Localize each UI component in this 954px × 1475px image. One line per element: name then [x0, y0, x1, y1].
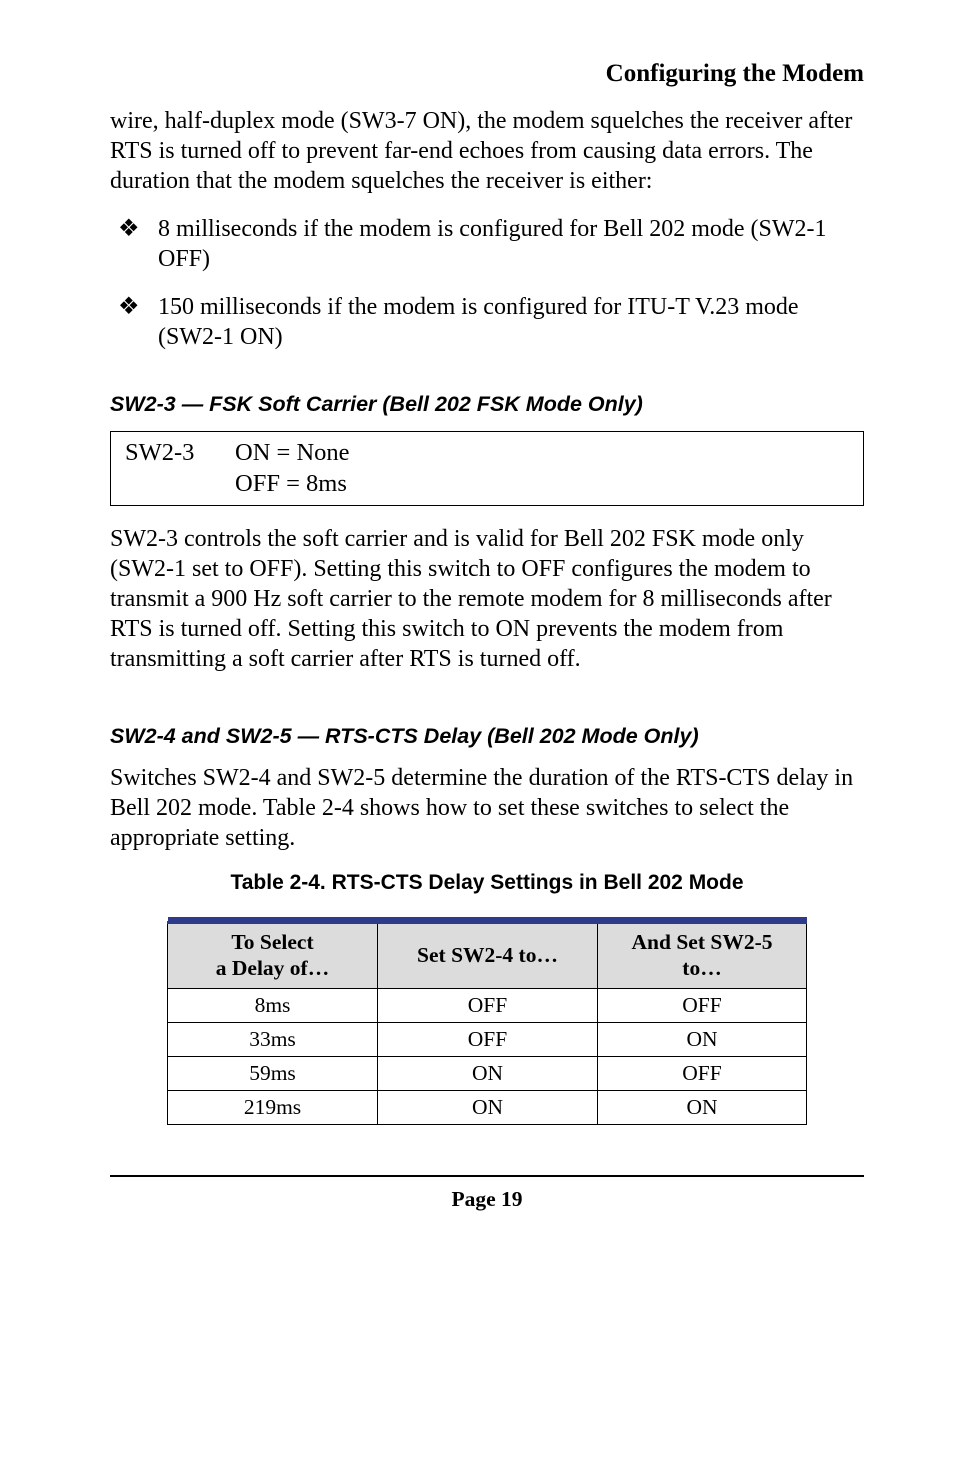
table-cell: ON	[598, 1090, 807, 1124]
diamond-bullet-icon: ❖	[110, 292, 158, 322]
table-row: 219ms ON ON	[168, 1090, 807, 1124]
table-row: 8ms OFF OFF	[168, 988, 807, 1022]
bullet-list: ❖ 8 milliseconds if the modem is configu…	[110, 214, 864, 352]
sw-box-line1: ON = None	[235, 438, 350, 469]
sw2-4-5-paragraph: Switches SW2-4 and SW2-5 determine the d…	[110, 763, 864, 853]
table-cell: 33ms	[168, 1022, 378, 1056]
table-cell: OFF	[598, 988, 807, 1022]
table-cell: 59ms	[168, 1056, 378, 1090]
table-cell: OFF	[598, 1056, 807, 1090]
table-row: 33ms OFF ON	[168, 1022, 807, 1056]
th-line1: To Select	[231, 930, 313, 954]
rts-cts-delay-table: To Select a Delay of… Set SW2-4 to… And …	[167, 917, 807, 1125]
heading-dash: —	[292, 724, 325, 748]
sw2-3-settings-box: SW2-3 ON = None OFF = 8ms	[110, 431, 864, 506]
table-cell: 8ms	[168, 988, 378, 1022]
th-line2: a Delay of…	[216, 956, 329, 980]
sw2-3-paragraph: SW2-3 controls the soft carrier and is v…	[110, 524, 864, 674]
list-item: ❖ 8 milliseconds if the modem is configu…	[110, 214, 864, 274]
table-cell: ON	[378, 1090, 598, 1124]
section-heading-sw2-3: SW2-3 — FSK Soft Carrier (Bell 202 FSK M…	[110, 392, 864, 417]
table-cell: 219ms	[168, 1090, 378, 1124]
page-number: Page 19	[110, 1187, 864, 1212]
table-cell: ON	[598, 1022, 807, 1056]
table-header-col2: Set SW2-4 to…	[378, 923, 598, 989]
table-cell: ON	[378, 1056, 598, 1090]
bullet-text: 150 milliseconds if the modem is configu…	[158, 292, 864, 352]
sw-box-line2: OFF = 8ms	[235, 469, 347, 500]
heading-title: RTS-CTS Delay (Bell 202 Mode Only)	[325, 724, 699, 748]
diamond-bullet-icon: ❖	[110, 214, 158, 244]
sw-box-label: SW2-3	[125, 438, 235, 469]
table-row: 59ms ON OFF	[168, 1056, 807, 1090]
heading-prefix: SW2-3	[110, 392, 176, 416]
table-caption: Table 2-4. RTS-CTS Delay Settings in Bel…	[110, 871, 864, 895]
bullet-text: 8 milliseconds if the modem is configure…	[158, 214, 864, 274]
footer-separator	[110, 1175, 864, 1177]
heading-title: FSK Soft Carrier (Bell 202 FSK Mode Only…	[209, 392, 643, 416]
list-item: ❖ 150 milliseconds if the modem is confi…	[110, 292, 864, 352]
section-heading-sw2-4-5: SW2-4 and SW2-5 — RTS-CTS Delay (Bell 20…	[110, 724, 864, 749]
intro-paragraph: wire, half-duplex mode (SW3-7 ON), the m…	[110, 106, 864, 196]
sw-box-spacer	[125, 469, 235, 500]
table-cell: OFF	[378, 988, 598, 1022]
heading-dash: —	[176, 392, 209, 416]
table-header-col1: To Select a Delay of…	[168, 923, 378, 989]
page-header-title: Configuring the Modem	[110, 60, 864, 88]
table-header-col3: And Set SW2-5 to…	[598, 923, 807, 989]
table-cell: OFF	[378, 1022, 598, 1056]
heading-prefix: SW2-4 and SW2-5	[110, 724, 292, 748]
